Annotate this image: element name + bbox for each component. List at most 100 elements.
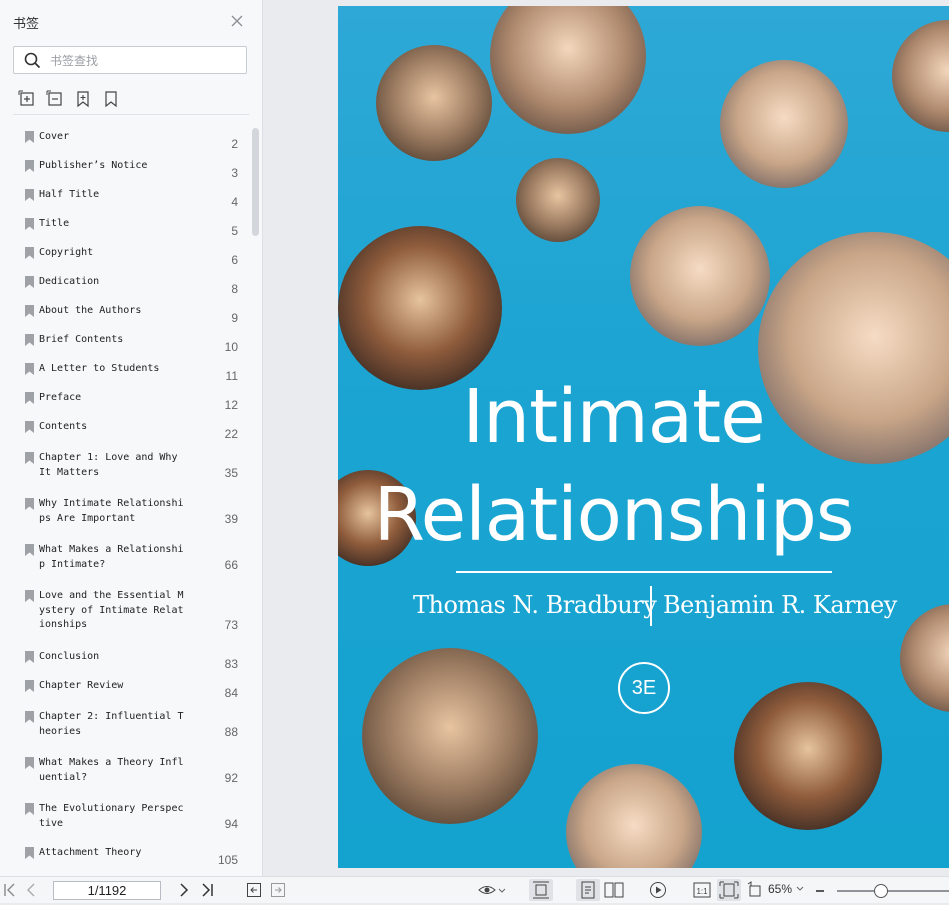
bookmark-label: Publisher’s Notice [39,160,148,171]
previous-page-icon[interactable] [25,881,37,899]
bookmark-panel: 书签 Cover2Publisher’s Notice3Half Titl [0,0,263,876]
bookmark-page-number: 35 [224,466,238,480]
cover-title-line1: Intimate [462,374,765,460]
bookmark-label: What Makes a Relationship Intimate? [39,544,184,570]
next-page-icon[interactable] [178,881,190,899]
bookmark-flag-icon [25,711,34,723]
bookmark-flag-icon [25,305,34,317]
author-name: Thomas N. Bradbury [413,591,657,619]
play-icon[interactable] [648,880,668,900]
bookmark-page-number: 2 [231,137,238,151]
bookmark-flag-icon [25,276,34,288]
bookmark-page-number: 39 [224,512,238,526]
bookmark-page-number: 22 [224,427,238,441]
rotate-icon[interactable] [746,880,764,900]
bookmark-label: Preface [39,392,82,403]
bookmark-label: Cover [39,131,70,142]
author-separator [650,586,652,626]
zoom-slider-track[interactable] [837,890,949,892]
bookmark-flag-icon [25,803,34,815]
bookmark-label: About the Authors [39,305,142,316]
bookmark-page-number: 84 [224,686,238,700]
bookmark-label: Conclusion [39,651,100,662]
status-toolbar: 1/1192 1:1 65% [0,876,949,903]
bookmark-label: A Letter to Students [39,363,160,374]
eye-protection-icon[interactable] [478,881,506,899]
bookmark-page-number: 66 [224,558,238,572]
bookmark-page-number: 6 [231,253,238,267]
bookmark-flag-icon [25,392,34,404]
zoom-dropdown-icon[interactable] [796,885,804,893]
sidebar-scrollbar[interactable] [252,128,259,236]
svg-text:1:1: 1:1 [696,887,708,896]
bookmark-flag-icon [25,334,34,346]
bookmark-page-number: 4 [231,195,238,209]
forward-icon[interactable] [270,881,286,899]
zoom-out-icon[interactable] [814,885,826,897]
continuous-mode-button[interactable] [529,879,553,901]
bookmark-label: Dedication [39,276,100,287]
bookmark-page-number: 3 [231,166,238,180]
bookmark-page-number: 73 [224,618,238,632]
bookmark-label: Love and the Essential Mystery of Intima… [39,590,184,630]
document-page: Intimate Relationships Thomas N. Bradbur… [338,6,949,868]
collapse-all-icon[interactable] [46,90,64,108]
bookmark-flag-icon [25,757,34,769]
bookmark-flag-icon [25,160,34,172]
add-bookmark-icon[interactable] [74,90,92,108]
bookmark-page-number: 83 [224,657,238,671]
fit-page-button[interactable] [717,879,741,901]
bookmark-label: Chapter 1: Love and Why It Matters [39,452,184,478]
bookmark-label: Why Intimate Relationships Are Important [39,498,184,524]
zoom-level[interactable]: 65% [768,882,792,896]
bookmark-flag-icon [25,247,34,259]
bookmark-label: Chapter 2: Influential Theories [39,711,184,737]
first-page-icon[interactable] [3,881,17,899]
bookmark-page-number: 5 [231,224,238,238]
bookmark-search[interactable] [13,46,247,74]
bookmark-label: What Makes a Theory Influential? [39,757,184,783]
expand-all-icon[interactable] [18,90,36,108]
bookmark-page-number: 88 [224,725,238,739]
bookmark-label: Copyright [39,247,94,258]
cover-rule [456,571,832,573]
page-number-input[interactable]: 1/1192 [53,881,161,900]
bookmark-page-number: 105 [217,853,238,867]
single-page-button[interactable] [576,879,600,901]
bookmark-flag-icon [25,847,34,859]
cover-title-line2: Relationships [373,472,855,558]
bookmark-label: The Evolutionary Perspective [39,803,184,829]
bookmark-page-number: 11 [225,369,238,383]
back-icon[interactable] [246,881,262,899]
bookmark-flag-icon [25,498,34,510]
two-page-icon[interactable] [603,880,625,900]
bookmark-label: Attachment Theory [39,847,142,858]
divider [13,114,249,115]
bookmark-label: Title [39,218,70,229]
bookmark-flag-icon [25,218,34,230]
bookmark-label: Chapter Review [39,680,124,691]
edition-badge: 3E [618,662,670,714]
zoom-slider-handle[interactable] [874,884,888,898]
close-icon[interactable] [229,13,245,29]
bookmark-flag-icon [25,590,34,602]
bookmark-page-number: 9 [231,311,238,325]
bookmark-flag-icon [25,651,34,663]
bookmark-page-number: 92 [224,771,238,785]
bookmark-flag-icon [25,189,34,201]
bookmark-search-input[interactable] [48,50,242,72]
bookmark-flag-icon [25,452,34,464]
bookmark-icon[interactable] [102,90,120,108]
author-name: Benjamin R. Karney [663,591,897,619]
bookmark-flag-icon [25,421,34,433]
actual-size-icon[interactable]: 1:1 [692,880,712,900]
fit-page-icon [719,881,739,899]
bookmark-page-number: 94 [224,817,238,831]
bookmark-flag-icon [25,131,34,143]
single-page-icon [581,881,595,899]
bookmark-label: Half Title [39,189,100,200]
last-page-icon[interactable] [200,881,214,899]
bookmark-page-number: 10 [224,340,238,354]
panel-title: 书签 [13,17,40,32]
scroll-view-icon [533,881,549,899]
